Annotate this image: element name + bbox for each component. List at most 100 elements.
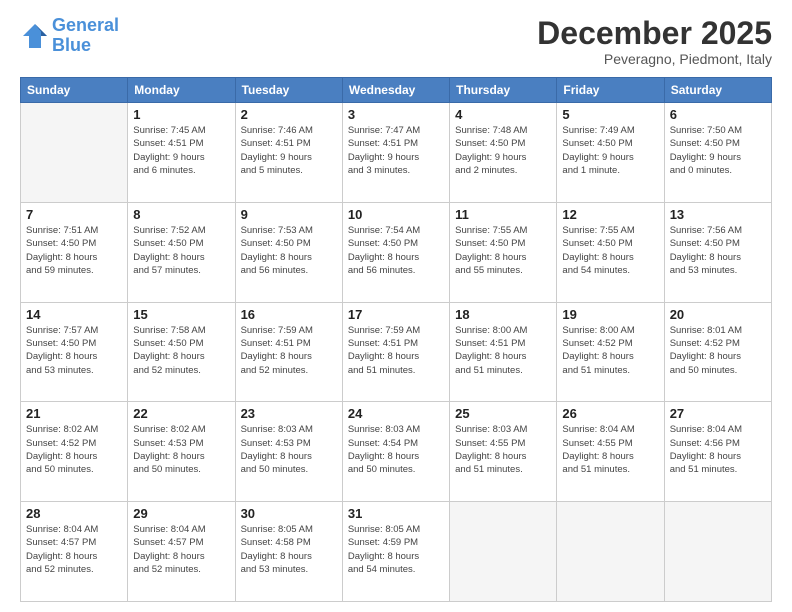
calendar-cell: 16 Sunrise: 7:59 AM Sunset: 4:51 PM Dayli… bbox=[235, 302, 342, 402]
calendar-cell: 6 Sunrise: 7:50 AM Sunset: 4:50 PM Daylig… bbox=[664, 103, 771, 203]
day-info: Sunrise: 7:56 AM Sunset: 4:50 PM Dayligh… bbox=[670, 224, 766, 277]
day-number: 24 bbox=[348, 406, 444, 421]
day-info: Sunrise: 7:48 AM Sunset: 4:50 PM Dayligh… bbox=[455, 124, 551, 177]
calendar-cell: 20 Sunrise: 8:01 AM Sunset: 4:52 PM Dayli… bbox=[664, 302, 771, 402]
calendar-cell: 13 Sunrise: 7:56 AM Sunset: 4:50 PM Dayli… bbox=[664, 202, 771, 302]
day-info: Sunrise: 7:49 AM Sunset: 4:50 PM Dayligh… bbox=[562, 124, 658, 177]
day-number: 18 bbox=[455, 307, 551, 322]
day-info: Sunrise: 8:04 AM Sunset: 4:56 PM Dayligh… bbox=[670, 423, 766, 476]
day-info: Sunrise: 8:03 AM Sunset: 4:54 PM Dayligh… bbox=[348, 423, 444, 476]
day-number: 20 bbox=[670, 307, 766, 322]
day-number: 8 bbox=[133, 207, 229, 222]
weekday-header: Friday bbox=[557, 78, 664, 103]
title-section: December 2025 Peveragno, Piedmont, Italy bbox=[537, 16, 772, 67]
calendar-cell: 15Sunrise: 7:58 AM Sunset: 4:50 PM Dayli… bbox=[128, 302, 235, 402]
calendar-cell: 27Sunrise: 8:04 AM Sunset: 4:56 PM Dayli… bbox=[664, 402, 771, 502]
day-number: 4 bbox=[455, 107, 551, 122]
calendar-cell: 3 Sunrise: 7:47 AM Sunset: 4:51 PM Daylig… bbox=[342, 103, 449, 203]
day-number: 16 bbox=[241, 307, 337, 322]
day-info: Sunrise: 7:52 AM Sunset: 4:50 PM Dayligh… bbox=[133, 224, 229, 277]
day-info: Sunrise: 8:04 AM Sunset: 4:57 PM Dayligh… bbox=[133, 523, 229, 576]
calendar-week-row: 7 Sunrise: 7:51 AM Sunset: 4:50 PM Daylig… bbox=[21, 202, 772, 302]
day-info: Sunrise: 8:03 AM Sunset: 4:53 PM Dayligh… bbox=[241, 423, 337, 476]
calendar-cell bbox=[21, 103, 128, 203]
day-number: 22 bbox=[133, 406, 229, 421]
calendar-cell: 25 Sunrise: 8:03 AM Sunset: 4:55 PM Dayli… bbox=[450, 402, 557, 502]
day-info: Sunrise: 7:53 AM Sunset: 4:50 PM Dayligh… bbox=[241, 224, 337, 277]
calendar-cell bbox=[664, 502, 771, 602]
day-number: 29 bbox=[133, 506, 229, 521]
logo-general: General bbox=[52, 15, 119, 35]
calendar-cell: 10Sunrise: 7:54 AM Sunset: 4:50 PM Dayli… bbox=[342, 202, 449, 302]
calendar-cell: 22Sunrise: 8:02 AM Sunset: 4:53 PM Dayli… bbox=[128, 402, 235, 502]
day-number: 7 bbox=[26, 207, 122, 222]
day-number: 28 bbox=[26, 506, 122, 521]
calendar-cell: 4 Sunrise: 7:48 AM Sunset: 4:50 PM Daylig… bbox=[450, 103, 557, 203]
day-number: 3 bbox=[348, 107, 444, 122]
calendar-cell bbox=[450, 502, 557, 602]
day-info: Sunrise: 7:45 AM Sunset: 4:51 PM Dayligh… bbox=[133, 124, 229, 177]
calendar-cell: 31Sunrise: 8:05 AM Sunset: 4:59 PM Dayli… bbox=[342, 502, 449, 602]
day-number: 5 bbox=[562, 107, 658, 122]
logo: General Blue bbox=[20, 16, 119, 56]
calendar-cell: 7 Sunrise: 7:51 AM Sunset: 4:50 PM Daylig… bbox=[21, 202, 128, 302]
calendar-cell: 8 Sunrise: 7:52 AM Sunset: 4:50 PM Daylig… bbox=[128, 202, 235, 302]
calendar-cell: 9 Sunrise: 7:53 AM Sunset: 4:50 PM Daylig… bbox=[235, 202, 342, 302]
day-info: Sunrise: 7:57 AM Sunset: 4:50 PM Dayligh… bbox=[26, 324, 122, 377]
day-info: Sunrise: 7:50 AM Sunset: 4:50 PM Dayligh… bbox=[670, 124, 766, 177]
day-number: 17 bbox=[348, 307, 444, 322]
calendar-cell: 28 Sunrise: 8:04 AM Sunset: 4:57 PM Dayli… bbox=[21, 502, 128, 602]
weekday-header: Monday bbox=[128, 78, 235, 103]
calendar: SundayMondayTuesdayWednesdayThursdayFrid… bbox=[20, 77, 772, 602]
calendar-week-row: 21 Sunrise: 8:02 AM Sunset: 4:52 PM Dayli… bbox=[21, 402, 772, 502]
day-number: 9 bbox=[241, 207, 337, 222]
day-info: Sunrise: 8:01 AM Sunset: 4:52 PM Dayligh… bbox=[670, 324, 766, 377]
day-info: Sunrise: 7:47 AM Sunset: 4:51 PM Dayligh… bbox=[348, 124, 444, 177]
calendar-cell: 18Sunrise: 8:00 AM Sunset: 4:51 PM Dayli… bbox=[450, 302, 557, 402]
calendar-cell: 12 Sunrise: 7:55 AM Sunset: 4:50 PM Dayli… bbox=[557, 202, 664, 302]
calendar-cell: 1 Sunrise: 7:45 AM Sunset: 4:51 PM Daylig… bbox=[128, 103, 235, 203]
weekday-header: Sunday bbox=[21, 78, 128, 103]
day-info: Sunrise: 8:05 AM Sunset: 4:58 PM Dayligh… bbox=[241, 523, 337, 576]
weekday-header: Thursday bbox=[450, 78, 557, 103]
calendar-week-row: 1 Sunrise: 7:45 AM Sunset: 4:51 PM Daylig… bbox=[21, 103, 772, 203]
day-info: Sunrise: 8:04 AM Sunset: 4:57 PM Dayligh… bbox=[26, 523, 122, 576]
day-number: 19 bbox=[562, 307, 658, 322]
day-number: 1 bbox=[133, 107, 229, 122]
calendar-cell: 24 Sunrise: 8:03 AM Sunset: 4:54 PM Dayli… bbox=[342, 402, 449, 502]
logo-icon bbox=[20, 21, 50, 51]
day-number: 10 bbox=[348, 207, 444, 222]
day-info: Sunrise: 8:02 AM Sunset: 4:52 PM Dayligh… bbox=[26, 423, 122, 476]
day-info: Sunrise: 8:04 AM Sunset: 4:55 PM Dayligh… bbox=[562, 423, 658, 476]
day-number: 6 bbox=[670, 107, 766, 122]
weekday-header: Saturday bbox=[664, 78, 771, 103]
weekday-header-row: SundayMondayTuesdayWednesdayThursdayFrid… bbox=[21, 78, 772, 103]
day-info: Sunrise: 7:55 AM Sunset: 4:50 PM Dayligh… bbox=[562, 224, 658, 277]
calendar-cell: 26 Sunrise: 8:04 AM Sunset: 4:55 PM Dayli… bbox=[557, 402, 664, 502]
calendar-cell: 19Sunrise: 8:00 AM Sunset: 4:52 PM Dayli… bbox=[557, 302, 664, 402]
day-number: 31 bbox=[348, 506, 444, 521]
day-number: 14 bbox=[26, 307, 122, 322]
day-info: Sunrise: 7:59 AM Sunset: 4:51 PM Dayligh… bbox=[241, 324, 337, 377]
calendar-cell: 2 Sunrise: 7:46 AM Sunset: 4:51 PM Daylig… bbox=[235, 103, 342, 203]
day-info: Sunrise: 7:51 AM Sunset: 4:50 PM Dayligh… bbox=[26, 224, 122, 277]
day-info: Sunrise: 7:55 AM Sunset: 4:50 PM Dayligh… bbox=[455, 224, 551, 277]
subtitle: Peveragno, Piedmont, Italy bbox=[537, 51, 772, 67]
day-number: 13 bbox=[670, 207, 766, 222]
day-number: 23 bbox=[241, 406, 337, 421]
day-number: 15 bbox=[133, 307, 229, 322]
month-title: December 2025 bbox=[537, 16, 772, 51]
calendar-cell bbox=[557, 502, 664, 602]
day-number: 25 bbox=[455, 406, 551, 421]
calendar-week-row: 14 Sunrise: 7:57 AM Sunset: 4:50 PM Dayli… bbox=[21, 302, 772, 402]
calendar-cell: 17Sunrise: 7:59 AM Sunset: 4:51 PM Dayli… bbox=[342, 302, 449, 402]
day-number: 12 bbox=[562, 207, 658, 222]
day-number: 11 bbox=[455, 207, 551, 222]
calendar-cell: 11 Sunrise: 7:55 AM Sunset: 4:50 PM Dayli… bbox=[450, 202, 557, 302]
day-number: 21 bbox=[26, 406, 122, 421]
day-number: 2 bbox=[241, 107, 337, 122]
day-number: 26 bbox=[562, 406, 658, 421]
day-info: Sunrise: 7:46 AM Sunset: 4:51 PM Dayligh… bbox=[241, 124, 337, 177]
day-info: Sunrise: 8:03 AM Sunset: 4:55 PM Dayligh… bbox=[455, 423, 551, 476]
calendar-cell: 29 Sunrise: 8:04 AM Sunset: 4:57 PM Dayli… bbox=[128, 502, 235, 602]
